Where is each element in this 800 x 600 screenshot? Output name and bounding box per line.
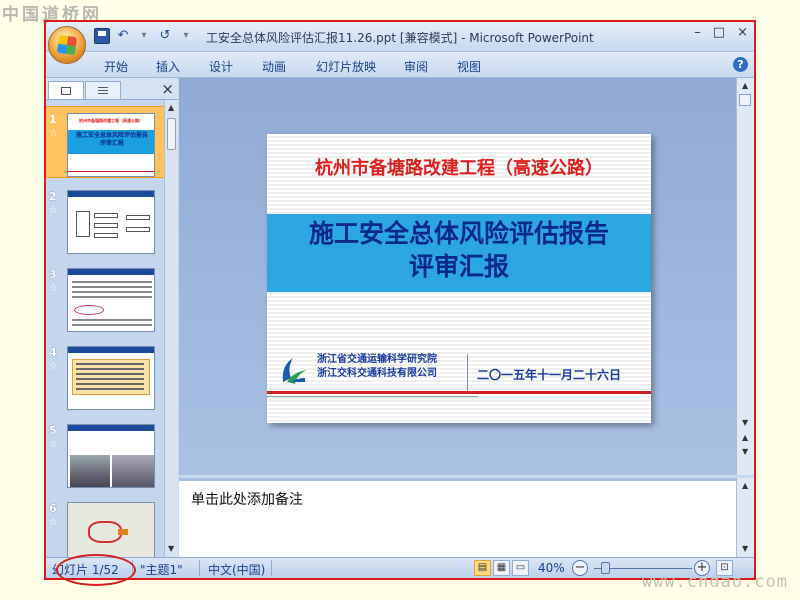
current-slide[interactable]: 杭州市备塘路改建工程（高速公路） 施工安全总体风险评估报告 评审汇报 浙江省交通… (267, 134, 651, 423)
transition-star-icon: ☆ (49, 205, 58, 216)
institute-logo-icon (282, 358, 307, 384)
normal-view-icon[interactable]: ▤ (474, 560, 491, 576)
notes-pane[interactable]: 单击此处添加备注 (179, 478, 736, 557)
maximize-button[interactable]: □ (713, 25, 725, 40)
slide-number: 4 (49, 346, 57, 359)
tab-slideshow[interactable]: 幻灯片放映 (316, 58, 376, 75)
slide-number: 6 (49, 502, 57, 515)
transition-star-icon: ☆ (49, 283, 58, 294)
thumb-subtitle: 杭州市备塘路改建工程（高速公路） (79, 118, 143, 123)
zoom-out-icon[interactable]: − (572, 560, 588, 576)
language[interactable]: 中文(中国) (208, 561, 265, 578)
slide-title-line1: 施工安全总体风险评估报告 (308, 219, 609, 248)
tab-review[interactable]: 审阅 (404, 58, 428, 75)
tab-insert[interactable]: 插入 (156, 58, 180, 75)
transition-star-icon: ☆ (49, 361, 58, 372)
previous-slide-icon[interactable]: ▲ (742, 433, 748, 442)
transition-star-icon: ☆ (49, 517, 58, 528)
notes-scrollbar[interactable]: ▲ ▼ (736, 478, 754, 557)
outline-icon (98, 90, 108, 91)
slide-date: 二〇一五年十一月二十六日 (477, 368, 622, 382)
slide-thumb-5[interactable]: 5 ☆ (46, 418, 164, 490)
scroll-down-icon[interactable]: ▼ (742, 544, 748, 553)
customize-qat-icon[interactable]: ▾ (178, 28, 194, 44)
minimize-button[interactable]: – (694, 25, 701, 40)
highlight-oval (56, 554, 136, 586)
slide-divider (267, 391, 651, 394)
tab-animations[interactable]: 动画 (262, 58, 286, 75)
undo-dropdown-icon[interactable]: ▾ (136, 28, 152, 44)
slide-editor: 杭州市备塘路改建工程（高速公路） 施工安全总体风险评估报告 评审汇报 浙江省交通… (179, 78, 736, 475)
slide-number: 2 (49, 190, 57, 203)
slide-thumb-1[interactable]: 1 ☆ 杭州市备塘路改建工程（高速公路） 施工安全总体风险评估报告评审汇报 (46, 106, 164, 178)
scroll-up-icon[interactable]: ▲ (742, 481, 748, 490)
editor-scrollbar[interactable]: ▲ ▼ ▲ ▼ (736, 78, 754, 475)
organizations: 浙江省交通运输科学研究院 浙江交科交通科技有限公司 (317, 353, 437, 381)
transition-star-icon: ☆ (49, 439, 58, 450)
slides-pane: × 1 ☆ 杭州市备塘路改建工程（高速公路） 施工安全总体风险评估报告评审汇报 … (46, 78, 178, 557)
pane-tabs: × (46, 78, 178, 100)
slide-thumb-6[interactable]: 6 ☆ (46, 496, 164, 557)
help-icon[interactable]: ? (733, 57, 748, 72)
scroll-down-icon[interactable]: ▼ (742, 418, 748, 427)
thumb-preview (67, 190, 155, 254)
pane-close-icon[interactable]: × (161, 80, 174, 98)
thumb-preview (67, 424, 155, 488)
thumb-title: 施工安全总体风险评估报告评审汇报 (76, 132, 149, 147)
title-bar: ↶ ▾ ↺ ▾ 工安全总体风险评估汇报11.26.ppt [兼容模式] - Mi… (46, 22, 754, 52)
theme-name: "主题1" (140, 563, 183, 577)
thumbnails-scrollbar[interactable]: ▲ ▼ (164, 100, 178, 557)
scroll-thumb[interactable] (167, 118, 176, 150)
window-controls: – □ × (694, 25, 748, 40)
slide-thumbnails: 1 ☆ 杭州市备塘路改建工程（高速公路） 施工安全总体风险评估报告评审汇报 2 … (46, 100, 164, 557)
notes-placeholder[interactable]: 单击此处添加备注 (191, 489, 303, 509)
slide-subtitle[interactable]: 杭州市备塘路改建工程（高速公路） (267, 154, 651, 180)
slide-thumb-3[interactable]: 3 ☆ (46, 262, 164, 334)
slide-title[interactable]: 施工安全总体风险评估报告 评审汇报 (267, 217, 651, 283)
tab-view[interactable]: 视图 (457, 58, 481, 75)
zoom-level[interactable]: 40% (538, 561, 565, 575)
slide-thumb-4[interactable]: 4 ☆ (46, 340, 164, 412)
tab-home[interactable]: 开始 (104, 58, 128, 75)
close-button[interactable]: × (737, 25, 748, 40)
slide-title-line2: 评审汇报 (408, 252, 509, 281)
zoom-slider-thumb[interactable] (601, 562, 610, 574)
thumb-preview: 杭州市备塘路改建工程（高速公路） 施工安全总体风险评估报告评审汇报 (67, 113, 155, 177)
thumb-preview (67, 346, 155, 410)
office-logo-icon (56, 34, 78, 56)
slide-number: 3 (49, 268, 57, 281)
slide-sorter-icon[interactable]: ▦ (493, 560, 510, 576)
redo-icon[interactable]: ↺ (157, 28, 173, 44)
undo-icon[interactable]: ↶ (115, 28, 131, 44)
thumb-preview (67, 502, 155, 557)
window-title: 工安全总体风险评估汇报11.26.ppt [兼容模式] - Microsoft … (206, 31, 594, 45)
next-slide-icon[interactable]: ▼ (742, 447, 748, 456)
slide-thumb-2[interactable]: 2 ☆ (46, 184, 164, 256)
scroll-down-icon[interactable]: ▼ (168, 544, 174, 553)
watermark-bottom: www.cndao.com (641, 572, 788, 592)
slide-number: 5 (49, 424, 57, 437)
scroll-thumb[interactable] (739, 94, 751, 106)
scroll-up-icon[interactable]: ▲ (168, 103, 174, 112)
thumb-preview (67, 268, 155, 332)
transition-star-icon: ☆ (49, 128, 58, 139)
slides-icon (61, 86, 71, 95)
office-button[interactable] (48, 26, 86, 64)
powerpoint-window: ↶ ▾ ↺ ▾ 工安全总体风险评估汇报11.26.ppt [兼容模式] - Mi… (44, 20, 756, 580)
org-line2: 浙江交科交通科技有限公司 (317, 368, 437, 379)
slide-number: 1 (49, 113, 57, 126)
slideshow-icon[interactable]: ▭ (512, 560, 529, 576)
quick-access-toolbar: ↶ ▾ ↺ ▾ (94, 28, 194, 44)
tab-design[interactable]: 设计 (209, 58, 233, 75)
org-line1: 浙江省交通运输科学研究院 (317, 354, 437, 365)
tab-outline[interactable] (85, 81, 121, 99)
tab-slides[interactable] (48, 81, 84, 99)
save-icon[interactable] (94, 28, 110, 44)
scroll-up-icon[interactable]: ▲ (742, 81, 748, 90)
ribbon-tabs: 开始 插入 设计 动画 幻灯片放映 审阅 视图 ? (46, 52, 754, 78)
